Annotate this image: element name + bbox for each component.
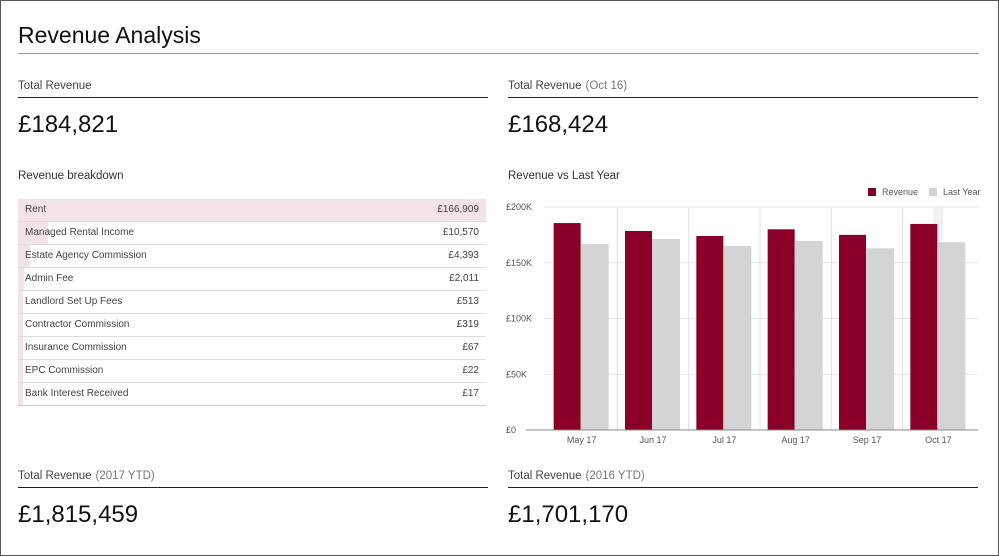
kpi-label: Total Revenue — [18, 75, 488, 98]
kpi-value: £184,821 — [18, 111, 119, 138]
breakdown-row-name: Contractor Commission — [25, 319, 130, 330]
bar-last-year — [580, 244, 609, 430]
bar-last-year — [794, 241, 823, 430]
bar-revenue — [696, 235, 724, 430]
bar-last-year — [866, 248, 894, 430]
breakdown-row-value: £319 — [456, 319, 479, 330]
bar-revenue — [767, 229, 795, 430]
breakdown-row-name: EPC Commission — [25, 365, 104, 376]
breakdown-row: Estate Agency Commission £4,393 — [18, 244, 486, 267]
breakdown-row-name: Bank Interest Received — [25, 388, 129, 399]
breakdown-share-bar — [18, 314, 23, 336]
breakdown-row: Landlord Set Up Fees £513 — [18, 290, 486, 313]
revenue-breakdown-table: Rent £166,909 Managed Rental Income £10,570… — [18, 199, 486, 406]
kpi-total-revenue-oct16: Total Revenue (Oct 16) £168,424 — [508, 75, 978, 139]
x-tick-label: Jun 17 — [639, 435, 666, 445]
kpi-label-text: Total Revenue — [508, 470, 582, 482]
legend-label-last-year: Last Year — [943, 187, 981, 197]
breakdown-row-value: £67 — [462, 342, 479, 353]
breakdown-row-name: Rent — [25, 204, 47, 215]
bar-last-year — [723, 246, 752, 430]
kpi-total-revenue-2017-ytd: Total Revenue (2017 YTD) £1,815,459 — [18, 465, 488, 529]
kpi-value: £1,701,170 — [508, 501, 629, 528]
kpi-total-revenue-2016-ytd: Total Revenue (2016 YTD) £1,701,170 — [508, 465, 978, 529]
breakdown-row: Managed Rental Income £10,570 — [18, 221, 486, 244]
breakdown-share-bar — [18, 291, 23, 313]
bar-revenue — [910, 223, 938, 430]
breakdown-row-name: Admin Fee — [25, 273, 74, 284]
bar-last-year — [937, 242, 966, 430]
breakdown-share-bar — [18, 383, 23, 405]
x-tick-label: Sep 17 — [853, 435, 882, 445]
x-tick-label: Jul 17 — [712, 435, 736, 445]
bar-revenue — [625, 230, 652, 430]
breakdown-row-value: £22 — [462, 365, 479, 376]
breakdown-row: Bank Interest Received £17 — [18, 382, 486, 405]
breakdown-row-name: Landlord Set Up Fees — [25, 296, 123, 307]
kpi-value: £168,424 — [508, 111, 609, 138]
breakdown-title: Revenue breakdown — [18, 170, 124, 182]
breakdown-row: Rent £166,909 — [18, 199, 486, 221]
breakdown-row-value: £4,393 — [448, 250, 479, 261]
y-tick-label: £50K — [506, 369, 527, 379]
breakdown-row-name: Insurance Commission — [25, 342, 127, 353]
kpi-label-text: Total Revenue — [508, 80, 582, 92]
title-divider — [18, 53, 979, 54]
kpi-label-sub: (2016 YTD) — [585, 470, 645, 482]
breakdown-row-value: £513 — [456, 296, 479, 307]
kpi-label-sub: (2017 YTD) — [95, 470, 155, 482]
breakdown-share-bar — [18, 337, 23, 359]
x-tick-label: Aug 17 — [781, 435, 810, 445]
breakdown-row: EPC Commission £22 — [18, 359, 486, 382]
kpi-value: £1,815,459 — [18, 501, 139, 528]
x-tick-label: Oct 17 — [925, 435, 952, 445]
x-tick-label: May 17 — [567, 435, 597, 445]
legend-swatch-last-year — [929, 188, 937, 196]
page-title: Revenue Analysis — [18, 22, 201, 48]
kpi-label-text: Total Revenue — [18, 80, 92, 92]
revenue-vs-last-year-chart: £0 £50K £100K £150K £200K May 17 Jun 17 Jul 17 A… — [500, 180, 990, 450]
breakdown-row-value: £2,011 — [449, 273, 479, 284]
kpi-label-text: Total Revenue — [18, 470, 92, 482]
breakdown-share-bar — [18, 360, 23, 382]
breakdown-row-value: £166,909 — [437, 204, 479, 215]
bar-revenue — [839, 234, 866, 430]
kpi-label: Total Revenue (Oct 16) — [508, 75, 978, 98]
y-tick-label: £100K — [506, 314, 532, 324]
breakdown-share-bar — [18, 268, 24, 290]
kpi-label: Total Revenue (2017 YTD) — [18, 465, 488, 488]
breakdown-row-value: £17 — [462, 388, 479, 399]
breakdown-row: Insurance Commission £67 — [18, 336, 486, 359]
breakdown-row-name: Managed Rental Income — [25, 227, 134, 238]
kpi-total-revenue: Total Revenue £184,821 — [18, 75, 488, 139]
chart-svg: £0 £50K £100K £150K £200K May 17 Jun 17 Jul 17 A… — [506, 187, 981, 445]
bar-revenue — [553, 223, 581, 430]
kpi-label: Total Revenue (2016 YTD) — [508, 465, 978, 488]
y-tick-label: £200K — [506, 202, 532, 212]
kpi-label-sub: (Oct 16) — [585, 80, 628, 92]
breakdown-row-value: £10,570 — [442, 227, 479, 238]
breakdown-row: Admin Fee £2,011 — [18, 267, 486, 290]
breakdown-share-bar — [18, 199, 486, 221]
legend-swatch-revenue — [868, 188, 876, 196]
legend-label-revenue: Revenue — [882, 187, 918, 197]
breakdown-row: Contractor Commission £319 — [18, 313, 486, 336]
breakdown-row-name: Estate Agency Commission — [25, 250, 147, 261]
y-tick-label: £150K — [506, 258, 532, 268]
y-tick-label: £0 — [506, 425, 516, 435]
bar-last-year — [652, 239, 680, 430]
